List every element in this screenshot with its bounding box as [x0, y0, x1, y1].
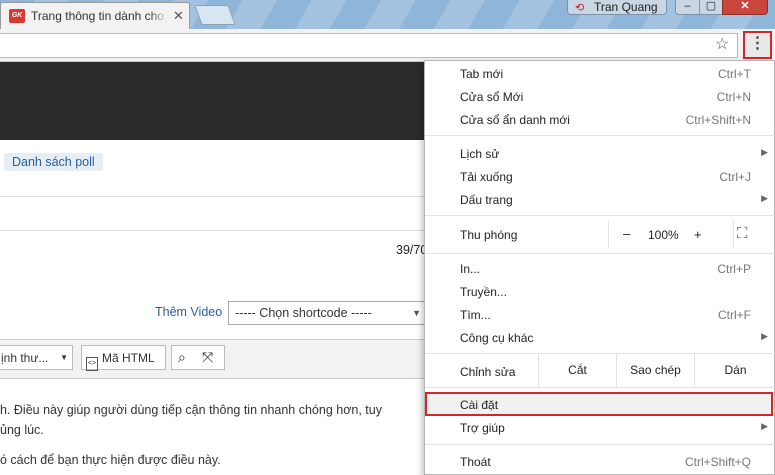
menu-item-help[interactable]: Trợ giúp ▶	[425, 416, 775, 439]
edit-label: Chỉnh sửa	[460, 365, 516, 379]
shortcode-select[interactable]: ----- Chọn shortcode ----- ▼	[228, 301, 428, 325]
chevron-down-icon: ▼	[60, 353, 68, 362]
menu-item-shortcut: Ctrl+T	[718, 67, 751, 81]
browser-tab[interactable]: GK Trang thông tin dành cho ✕	[0, 2, 190, 29]
menu-item-incognito[interactable]: Cửa sổ ẩn danh mới Ctrl+Shift+N	[425, 108, 775, 131]
menu-item-label: Truyền...	[460, 285, 507, 299]
submenu-arrow-icon: ▶	[761, 147, 768, 157]
zoom-label: Thu phóng	[460, 228, 518, 242]
article-line: h. Điều này giúp người dùng tiếp cận thô…	[0, 403, 382, 417]
paste-button[interactable]: Dán	[694, 354, 775, 387]
menu-separator	[425, 135, 775, 136]
title-bar: GK Trang thông tin dành cho ✕ ⟲ Tran Qua…	[0, 0, 775, 29]
article-paragraph: ó cách để bạn thực hiện được điều này.	[0, 453, 221, 467]
menu-separator	[425, 215, 775, 216]
chrome-menu-button[interactable]: ⋮	[743, 31, 772, 59]
menu-item-history[interactable]: Lịch sử ▶	[425, 142, 775, 165]
char-counter: 39/70	[396, 243, 428, 257]
menu-item-shortcut: Ctrl+N	[716, 90, 751, 104]
format-select[interactable]: ịnh thư... ▼	[0, 345, 73, 370]
browser-toolbar: ☆ ⋮	[0, 29, 775, 62]
menu-item-label: Dấu trang	[460, 193, 513, 207]
fullscreen-icon[interactable]: ⛶	[737, 225, 748, 242]
new-tab-button[interactable]	[194, 5, 236, 25]
bookmark-star-icon[interactable]: ☆	[715, 34, 729, 54]
editor-toolbar: ịnh thư... ▼ <> Mã HTML ⌕ ⤧	[0, 339, 430, 379]
add-video-link[interactable]: Thêm Video	[155, 305, 222, 319]
menu-item-label: Trợ giúp	[460, 421, 505, 435]
tab-close-icon[interactable]: ✕	[173, 8, 184, 24]
menu-item-shortcut: Ctrl+P	[717, 262, 751, 276]
poll-row: Danh sách poll	[0, 140, 430, 197]
menu-item-find[interactable]: Tìm... Ctrl+F	[425, 303, 775, 326]
menu-item-bookmarks[interactable]: Dấu trang ▶	[425, 188, 775, 211]
html-button-label: Mã HTML	[102, 351, 155, 365]
menu-item-label: Cửa sổ Mới	[460, 90, 524, 104]
zoom-in-button[interactable]: +	[694, 227, 702, 242]
format-select-value: ịnh thư...	[1, 351, 49, 365]
address-bar[interactable]	[0, 33, 738, 58]
maximize-button[interactable]: ▢	[699, 0, 723, 15]
menu-item-label: In...	[460, 262, 481, 276]
menu-item-new-tab[interactable]: Tab mới Ctrl+T	[425, 62, 775, 85]
divider	[0, 230, 430, 231]
editor-tool-group: ⌕ ⤧	[171, 345, 225, 370]
menu-zoom-row: Thu phóng – 100% + ⛶	[425, 221, 775, 248]
article-paragraph: h. Điều này giúp người dùng tiếp cận thô…	[0, 400, 430, 440]
menu-item-shortcut: Ctrl+J	[719, 170, 751, 184]
zoom-controls: – 100% +	[608, 221, 734, 248]
menu-item-new-window[interactable]: Cửa sổ Mới Ctrl+N	[425, 85, 775, 108]
menu-item-label: Cài đặt	[460, 398, 499, 412]
tab-title: Trang thông tin dành cho	[31, 9, 164, 23]
preview-icon[interactable]: ⌕	[178, 349, 186, 366]
menu-item-label: Tìm...	[460, 308, 491, 322]
menu-edit-row: Chỉnh sửa Cắt Sao chép Dán	[425, 354, 775, 387]
submenu-arrow-icon: ▶	[761, 331, 768, 341]
fullscreen-icon[interactable]: ⤧	[202, 349, 213, 366]
profile-name: Tran Quang	[594, 0, 658, 14]
poll-list-link[interactable]: Danh sách poll	[4, 153, 103, 171]
page-header-banner	[0, 62, 430, 140]
shortcode-select-value: ----- Chọn shortcode -----	[235, 306, 372, 320]
menu-item-print[interactable]: In... Ctrl+P	[425, 257, 775, 280]
submenu-arrow-icon: ▶	[761, 193, 768, 203]
menu-item-shortcut: Ctrl+Shift+Q	[684, 455, 751, 469]
close-window-button[interactable]: ✕	[722, 0, 768, 15]
zoom-out-button[interactable]: –	[623, 226, 630, 241]
site-favicon-icon: GK	[9, 9, 25, 23]
menu-item-label: Tab mới	[460, 67, 504, 81]
article-line: ủng lúc.	[0, 423, 44, 437]
html-file-icon: <>	[86, 357, 98, 371]
cut-button[interactable]: Cắt	[538, 354, 616, 387]
sync-icon: ⟲	[575, 2, 585, 14]
copy-button[interactable]: Sao chép	[616, 354, 694, 387]
menu-item-cast[interactable]: Truyền...	[425, 280, 775, 303]
menu-item-label: Cửa sổ ẩn danh mới	[460, 113, 570, 127]
menu-item-label: Tải xuống	[460, 170, 513, 184]
menu-item-label: Thoát	[460, 455, 491, 469]
menu-separator	[425, 253, 775, 254]
chrome-menu: Tab mới Ctrl+T Cửa sổ Mới Ctrl+N Cửa sổ …	[424, 60, 775, 475]
submenu-arrow-icon: ▶	[761, 421, 768, 431]
html-source-button[interactable]: <> Mã HTML	[81, 345, 166, 371]
menu-item-label: Lịch sử	[460, 147, 500, 161]
minimize-button[interactable]: –	[675, 0, 700, 15]
chevron-down-icon: ▼	[412, 308, 421, 318]
menu-separator	[425, 387, 775, 388]
menu-item-label: Công cụ khác	[460, 331, 534, 345]
menu-item-exit[interactable]: Thoát Ctrl+Shift+Q	[425, 450, 775, 473]
menu-item-downloads[interactable]: Tải xuống Ctrl+J	[425, 165, 775, 188]
profile-button[interactable]: ⟲ Tran Quang	[567, 0, 667, 15]
menu-item-shortcut: Ctrl+F	[718, 308, 751, 322]
menu-item-settings[interactable]: Cài đặt	[425, 392, 773, 416]
zoom-level: 100%	[648, 228, 679, 242]
menu-item-shortcut: Ctrl+Shift+N	[685, 113, 751, 127]
menu-item-more-tools[interactable]: Công cụ khác ▶	[425, 326, 775, 349]
menu-separator	[425, 444, 775, 445]
